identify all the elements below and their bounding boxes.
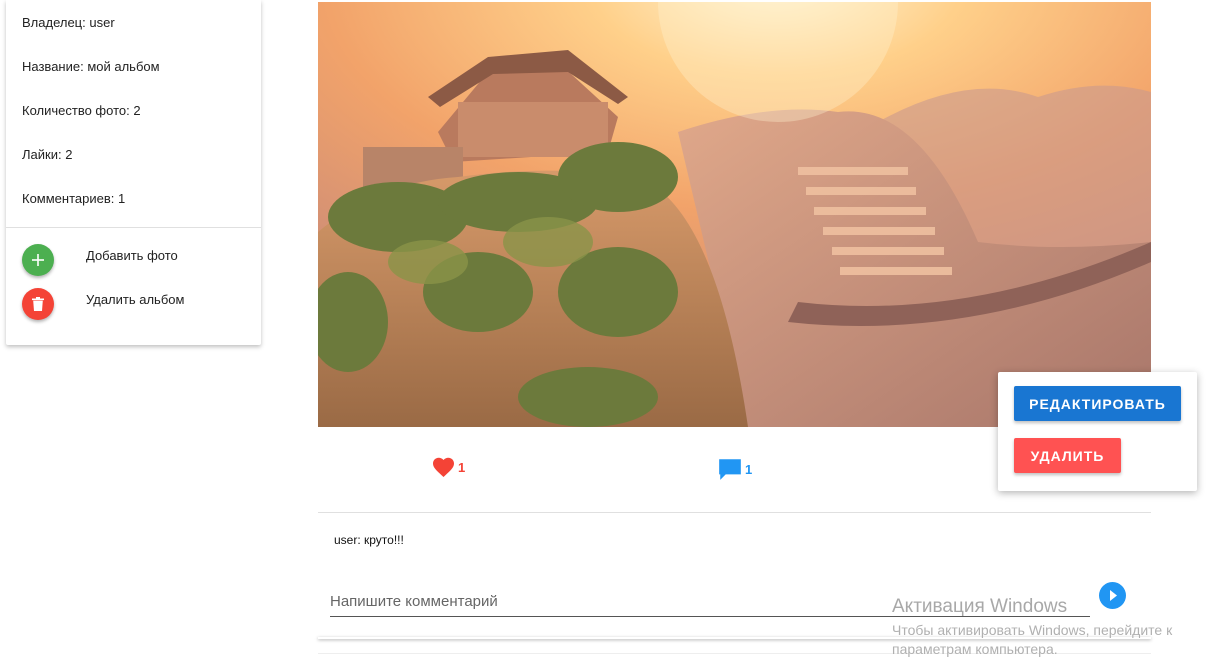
delete-album-label[interactable]: Удалить альбом: [86, 292, 184, 307]
windows-activation-title: Активация Windows: [892, 596, 1068, 617]
divider: [6, 227, 261, 228]
delete-album-button[interactable]: [22, 288, 54, 320]
likes-count: 1: [458, 459, 466, 475]
comment-item: user: круто!!!: [334, 533, 404, 547]
album-info-card: Владелец: user Название: мой альбом Коли…: [6, 0, 261, 345]
comment-icon: [719, 459, 741, 480]
add-photo-label[interactable]: Добавить фото: [86, 248, 178, 263]
send-comment-button[interactable]: [1099, 582, 1126, 609]
album-name: Название: мой альбом: [22, 59, 160, 74]
add-photo-button[interactable]: [22, 244, 54, 276]
likes-button[interactable]: 1: [431, 456, 465, 478]
album-likes: Лайки: 2: [22, 147, 73, 162]
album-photo-count: Количество фото: 2: [22, 103, 141, 118]
album-comments-count: Комментариев: 1: [22, 191, 126, 206]
divider: [318, 512, 1151, 513]
comments-button[interactable]: 1: [717, 456, 752, 482]
trash-icon: [32, 297, 44, 311]
album-owner: Владелец: user: [22, 15, 115, 30]
album-photo[interactable]: [318, 2, 1151, 427]
windows-activation-subtitle: Чтобы активировать Windows, перейдите к …: [892, 622, 1173, 657]
photo-options-menu: РЕДАКТИРОВАТЬ УДАЛИТЬ: [998, 372, 1197, 491]
plus-icon: [32, 254, 44, 266]
send-icon: [1109, 590, 1117, 601]
great-wall-photo: [318, 2, 1151, 427]
heart-icon: [433, 457, 454, 477]
comments-count: 1: [745, 461, 753, 477]
delete-button[interactable]: УДАЛИТЬ: [1014, 438, 1121, 473]
edit-button[interactable]: РЕДАКТИРОВАТЬ: [1014, 386, 1181, 421]
